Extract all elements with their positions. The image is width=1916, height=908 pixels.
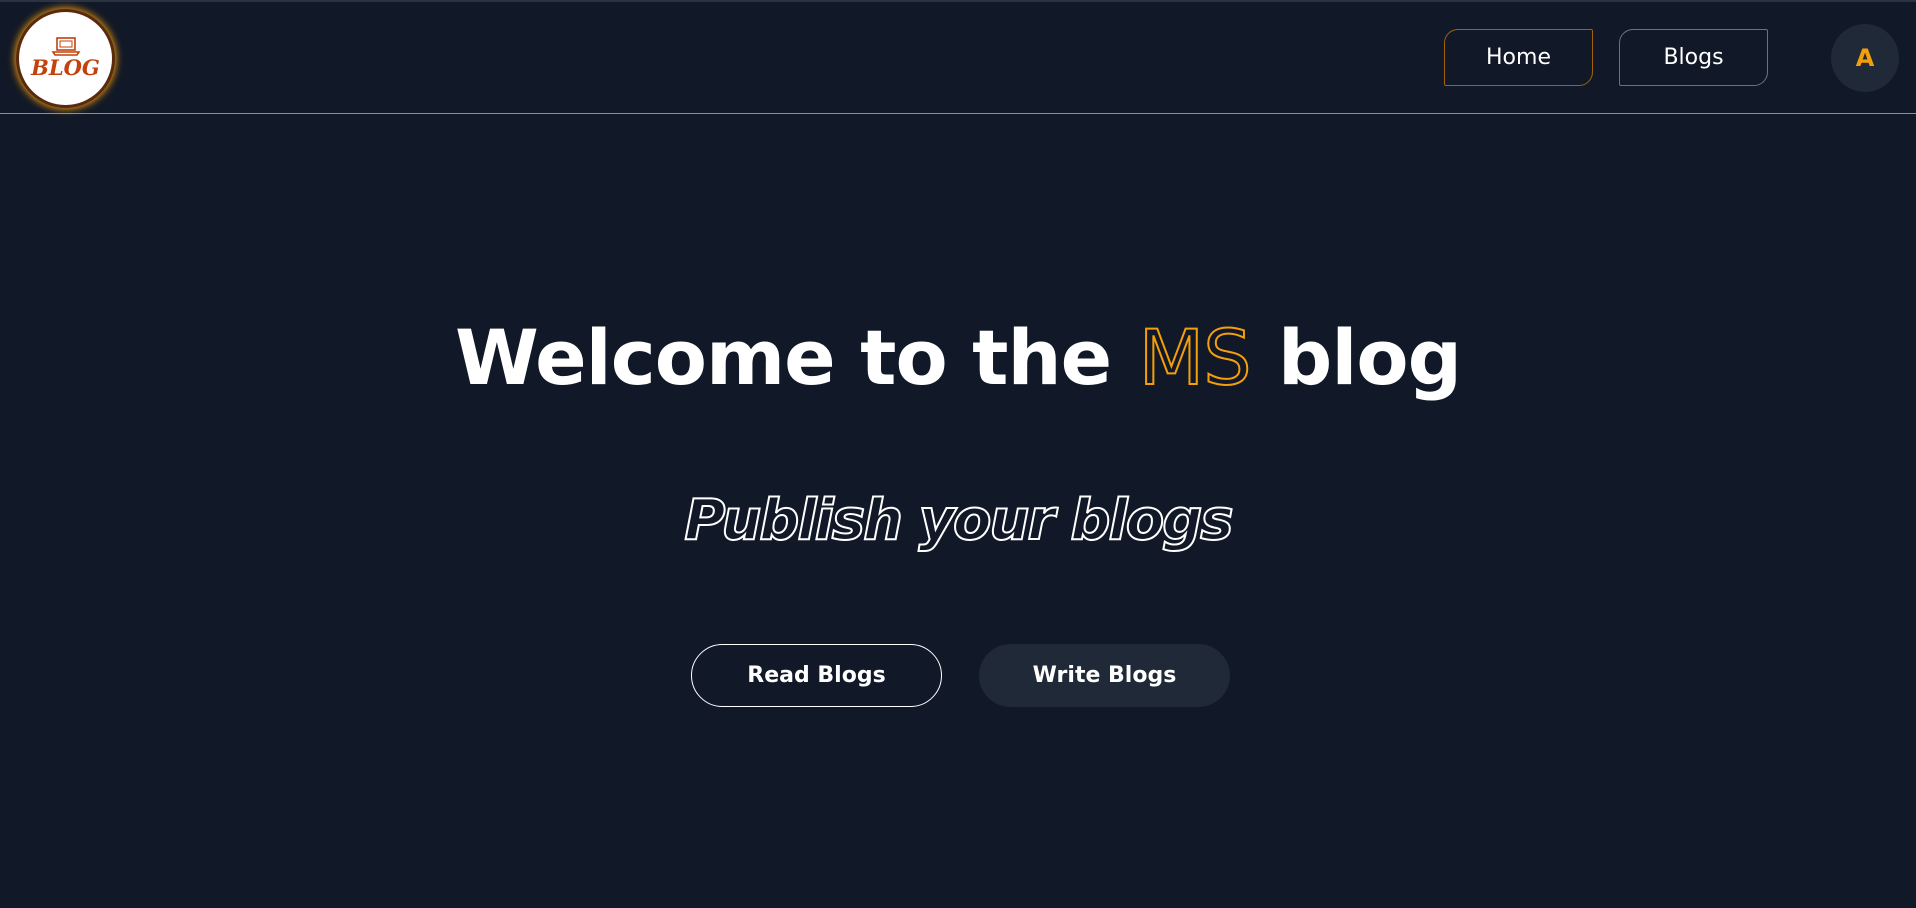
user-avatar[interactable]: A <box>1831 24 1899 92</box>
hero-title: Welcome to the MS blog <box>0 312 1916 404</box>
nav-blogs-button[interactable]: Blogs <box>1619 29 1768 86</box>
navbar: BLOG Home Blogs A <box>0 2 1916 114</box>
read-blogs-button[interactable]: Read Blogs <box>691 644 942 707</box>
site-logo[interactable]: BLOG <box>19 12 112 105</box>
write-blogs-button[interactable]: Write Blogs <box>979 644 1230 707</box>
logo-text: BLOG <box>31 55 100 80</box>
hero-title-suffix: blog <box>1277 313 1462 402</box>
nav-home-button[interactable]: Home <box>1444 29 1593 86</box>
hero-title-prefix: Welcome to the <box>454 313 1112 402</box>
hero-tagline: Publish your blogs <box>683 487 1234 554</box>
hero-title-accent: MS <box>1138 312 1253 403</box>
laptop-icon <box>51 37 80 56</box>
